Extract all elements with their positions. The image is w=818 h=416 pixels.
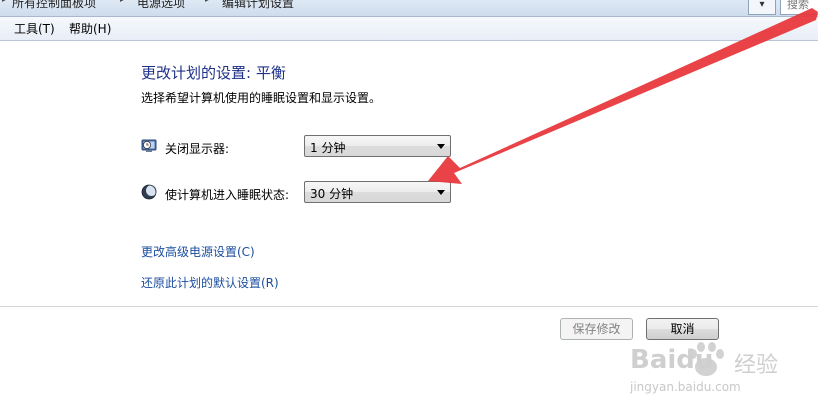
watermark-url: jingyan.baidu.com: [630, 380, 741, 394]
watermark-experience: 经验: [734, 353, 779, 378]
watermark-logo: Baidu: [630, 345, 714, 375]
baidu-watermark: Baidu 经验 jingyan.baidu.com: [600, 337, 800, 407]
